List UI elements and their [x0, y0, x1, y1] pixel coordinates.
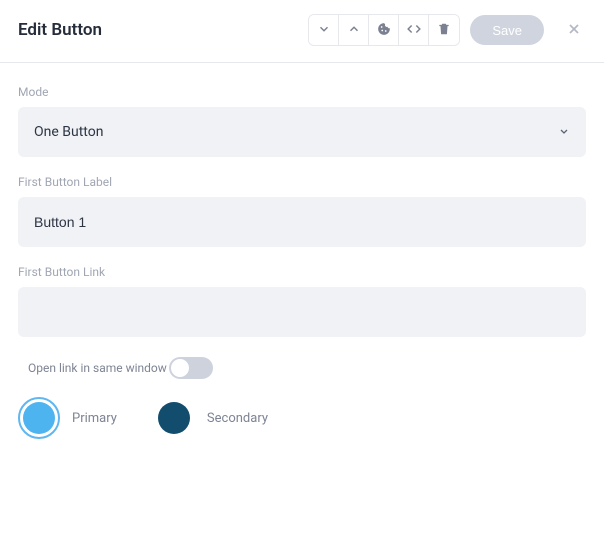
close-button[interactable]: [562, 18, 586, 42]
header-actions: Save: [308, 14, 586, 46]
chevron-down-icon: [317, 22, 331, 39]
style-option-primary[interactable]: Primary: [18, 397, 117, 439]
mode-label: Mode: [18, 85, 586, 99]
primary-swatch: [18, 397, 60, 439]
open-same-window-toggle[interactable]: [169, 357, 213, 379]
first-button-label-label: First Button Label: [18, 175, 586, 189]
move-up-button[interactable]: [339, 15, 369, 45]
delete-button[interactable]: [429, 15, 459, 45]
close-icon: [566, 21, 582, 40]
first-button-link-input[interactable]: [18, 287, 586, 337]
primary-label: Primary: [72, 411, 117, 426]
open-same-window-label: Open link in same window: [28, 361, 167, 375]
secondary-label: Secondary: [207, 411, 268, 426]
mode-select[interactable]: One Button: [18, 107, 586, 157]
secondary-swatch-inner: [158, 402, 190, 434]
style-option-secondary[interactable]: Secondary: [153, 397, 268, 439]
save-button[interactable]: Save: [470, 15, 544, 45]
move-down-button[interactable]: [309, 15, 339, 45]
toggle-knob: [171, 359, 189, 377]
secondary-swatch: [153, 397, 195, 439]
code-button[interactable]: [399, 15, 429, 45]
cookie-icon: [377, 22, 391, 39]
panel-title: Edit Button: [18, 20, 102, 40]
first-button-label-input[interactable]: [18, 197, 586, 247]
chevron-up-icon: [347, 22, 361, 39]
toolbar-group: [308, 14, 460, 46]
code-icon: [407, 22, 421, 39]
first-button-link-label: First Button Link: [18, 265, 586, 279]
trash-icon: [437, 22, 451, 39]
primary-swatch-inner: [23, 402, 55, 434]
mode-value: One Button: [34, 124, 103, 140]
theme-button[interactable]: [369, 15, 399, 45]
